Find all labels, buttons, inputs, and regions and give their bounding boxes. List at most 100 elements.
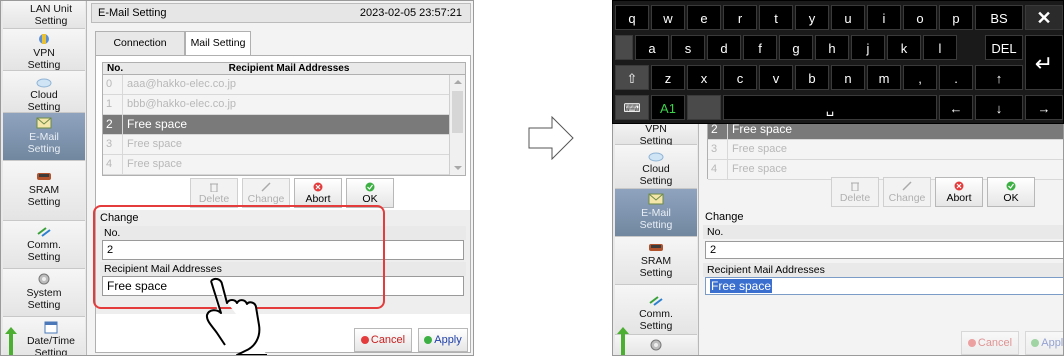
sidebar-item-cloud-setting[interactable]: Cloud Setting [3,71,85,113]
key-c[interactable]: c [723,65,757,90]
sidebar-item-sram-setting[interactable]: SRAM Setting [3,161,85,221]
cancel-icon [967,339,976,347]
sidebar-item-email-setting[interactable]: E-Mail Setting [3,113,85,161]
sidebar-item-lan-unit-setting[interactable]: LAN Unit Setting [3,1,85,29]
row-address: Free space [127,138,183,150]
address-selected-text: Free space [710,279,773,293]
cancel-button[interactable]: Cancel [961,331,1019,355]
table-row[interactable]: 0 aaa@hakko-elec.co.jp [103,75,465,95]
scroll-down-grip-icon[interactable] [617,327,629,355]
cloud-icon [36,78,52,88]
cancel-button[interactable]: Cancel [354,328,412,352]
address-field-focused[interactable]: Free space [705,277,1063,295]
apply-button[interactable]: Apply [418,328,468,352]
space-key-icon[interactable]: ␣ [723,95,937,120]
key-period[interactable]: . [939,65,973,90]
key-h[interactable]: h [815,35,849,60]
key-m[interactable]: m [867,65,901,90]
key-p[interactable]: p [939,5,973,30]
abort-icon [954,181,964,191]
table-header: No. Recipient Mail Addresses [103,63,465,75]
key-j[interactable]: j [851,35,885,60]
right-arrow-key-icon[interactable]: → [1025,95,1063,120]
table-row[interactable]: 4 Free space [103,155,465,175]
apply-button[interactable]: Apply [1025,331,1064,355]
close-keyboard-icon[interactable]: ✕ [1025,5,1063,30]
table-row-selected[interactable]: 2 Free space [103,115,465,135]
shift-key-icon[interactable]: ⇧ [615,65,649,90]
address-field-label: Recipient Mail Addresses [703,263,1063,277]
sidebar-item-sram-setting[interactable]: SRAM Setting [615,237,697,285]
down-arrow-key-icon[interactable]: ↓ [975,95,1023,120]
scroll-up-icon[interactable] [454,80,462,84]
sidebar-item-email-setting[interactable]: E-Mail Setting [615,189,697,237]
key-k[interactable]: k [887,35,921,60]
sidebar-item-comm-setting[interactable]: Comm. Setting [3,221,85,269]
scroll-down-grip-icon[interactable] [5,327,17,355]
table-row[interactable]: 3 Free space [103,135,465,155]
key-v[interactable]: v [759,65,793,90]
apply-icon [424,336,433,344]
key-e[interactable]: e [687,5,721,30]
scroll-down-icon[interactable] [454,166,462,170]
key-l[interactable]: l [923,35,957,60]
delete-button[interactable]: Delete [831,177,879,207]
sidebar-item-cloud-setting[interactable]: Cloud Setting [615,145,697,189]
abort-button[interactable]: Abort [935,177,983,207]
key-y[interactable]: y [795,5,829,30]
key-x[interactable]: x [687,65,721,90]
key-u[interactable]: u [831,5,865,30]
table-scrollbar[interactable] [449,75,465,175]
key-i[interactable]: i [867,5,901,30]
key-q[interactable]: q [615,5,649,30]
key-backspace[interactable]: BS [975,5,1023,30]
key-n[interactable]: n [831,65,865,90]
ok-button[interactable]: OK [987,177,1035,207]
key-a[interactable]: a [635,35,669,60]
onscreen-keyboard: q w e r t y u i o p BS ✕ a s d f g h j k… [612,0,1064,124]
check-icon [1006,181,1016,191]
key-delete[interactable]: DEL [985,35,1023,60]
sidebar-item-label: SRAM Setting [639,255,673,279]
ok-label: OK [1003,192,1019,204]
key-r[interactable]: r [723,5,757,30]
key-b[interactable]: b [795,65,829,90]
tab-mail-setting[interactable]: Mail Setting [185,31,251,56]
sidebar-item-label: SRAM Setting [27,184,61,208]
change-button[interactable]: Change [242,178,290,208]
cancel-label: Cancel [370,334,406,346]
row-no: 3 [103,135,123,154]
scroll-thumb[interactable] [452,91,463,133]
input-mode-key[interactable]: A1 [651,95,685,120]
key-o[interactable]: o [903,5,937,30]
keyboard-mode-icon[interactable]: ⌨ [615,95,649,120]
up-arrow-key-icon[interactable]: ↑ [975,65,1023,90]
sram-icon [649,244,663,251]
key-z[interactable]: z [651,65,685,90]
left-arrow-key-icon[interactable]: ← [939,95,973,120]
ok-button[interactable]: OK [346,178,394,208]
sidebar-item-label: Cloud Setting [27,89,61,113]
delete-button[interactable]: Delete [190,178,238,208]
no-field[interactable]: 2 [705,241,1063,259]
tab-connection-setting[interactable]: Connection Setting [95,31,185,71]
key-s[interactable]: s [671,35,705,60]
cloud-icon [648,152,664,162]
key-t[interactable]: t [759,5,793,30]
sidebar-item-label: VPN Setting [27,47,61,71]
key-d[interactable]: d [707,35,741,60]
change-button[interactable]: Change [883,177,931,207]
enter-key-icon[interactable]: ↵ [1025,35,1063,90]
row-no: 0 [103,75,123,94]
key-w[interactable]: w [651,5,685,30]
table-row[interactable]: 3 Free space [708,140,1063,160]
table-row[interactable]: 1 bbb@hakko-elec.co.jp [103,95,465,115]
apply-label: Apply [1041,337,1064,349]
key-comma[interactable]: , [903,65,937,90]
abort-button[interactable]: Abort [294,178,342,208]
key-g[interactable]: g [779,35,813,60]
pencil-icon [261,182,271,192]
key-f[interactable]: f [743,35,777,60]
sidebar-item-vpn-setting[interactable]: VPN Setting [3,29,85,71]
sidebar-item-system-setting[interactable]: System Setting [3,269,85,317]
